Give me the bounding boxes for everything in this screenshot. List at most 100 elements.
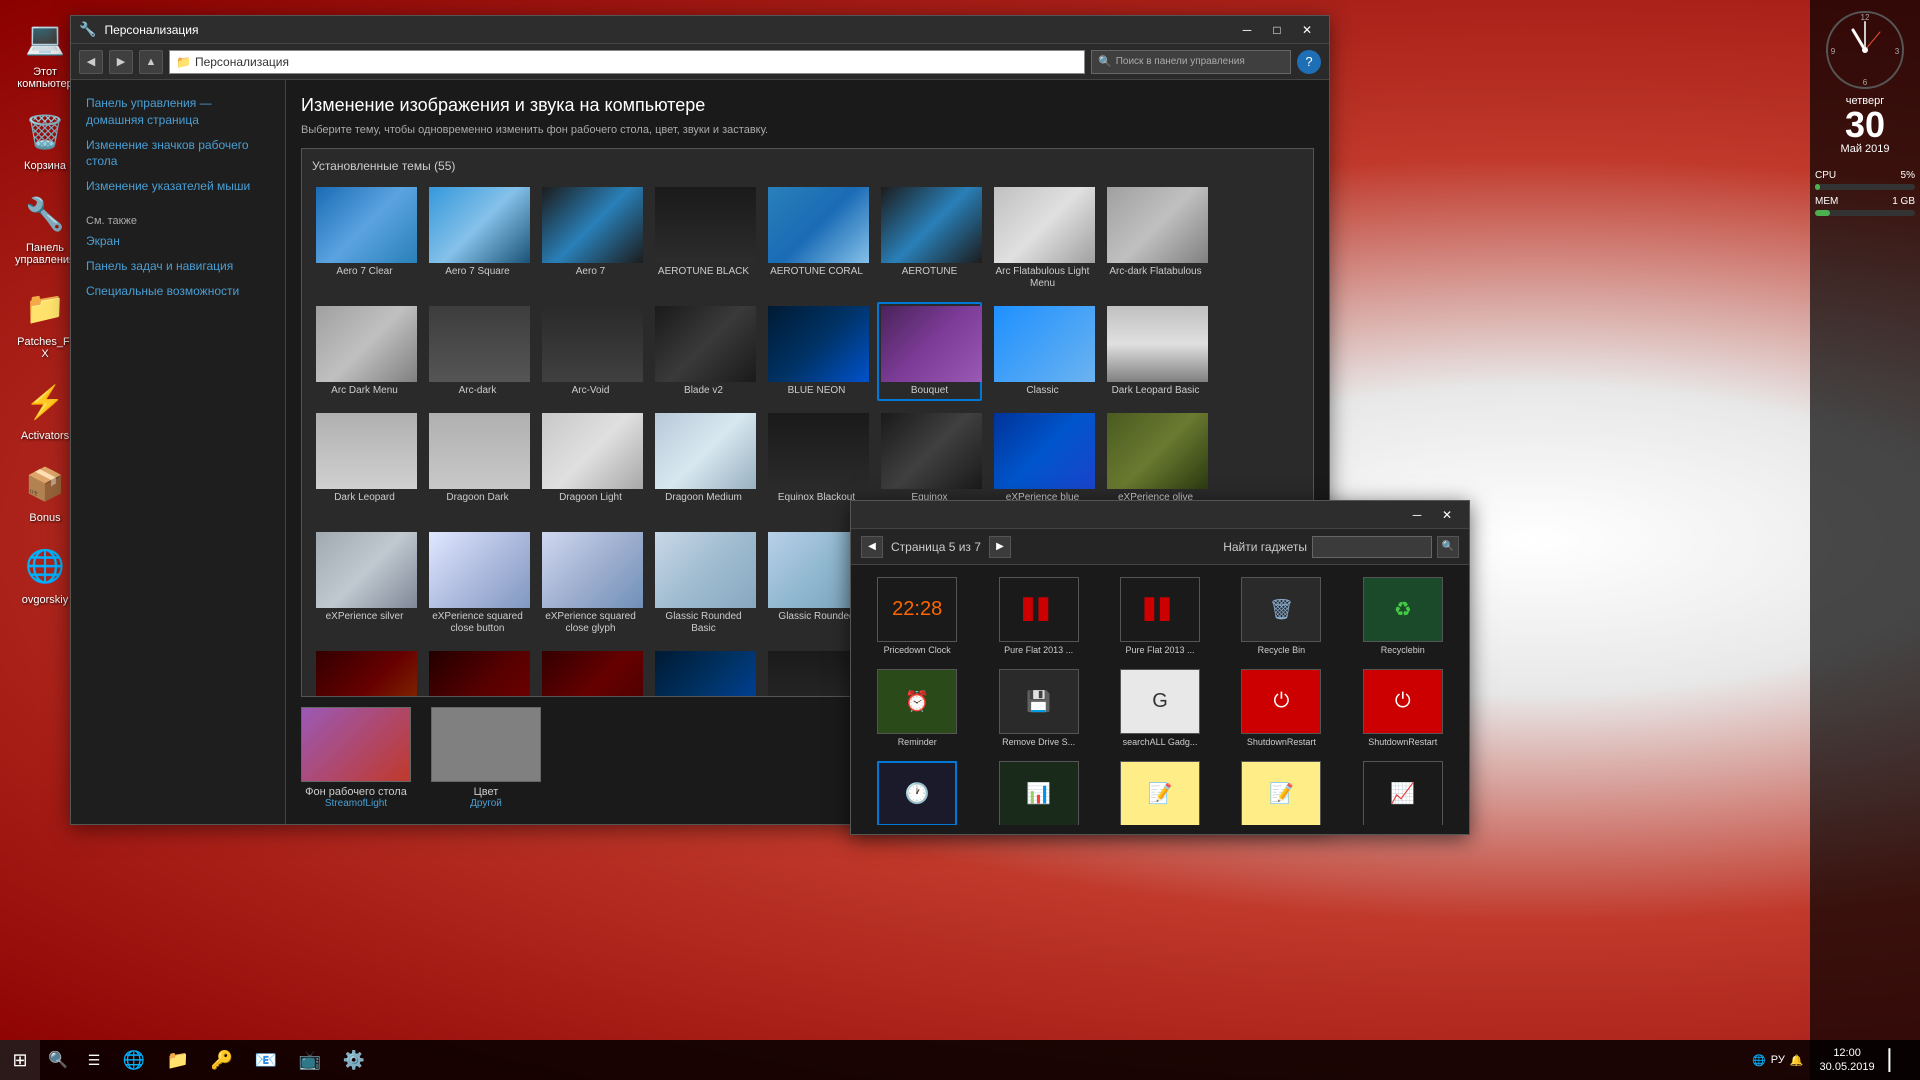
theme-item-26[interactable]: eXPerience squared close glyph	[538, 528, 643, 639]
gadget-item-7[interactable]: G searchALL Gadg...	[1102, 665, 1218, 752]
gadgets-minimize-button[interactable]: ─	[1403, 504, 1431, 526]
content-title: Изменение изображения и звука на компьют…	[301, 95, 1314, 116]
theme-item-5[interactable]: AEROTUNE	[877, 183, 982, 294]
wallpaper-sublabel[interactable]: StreamofLight	[325, 798, 387, 809]
color-preview	[431, 707, 541, 782]
theme-item-35[interactable]: HUD	[651, 647, 756, 697]
gadget-item-9[interactable]: ⏻ ShutdownRestart	[1345, 665, 1461, 752]
theme-item-13[interactable]: Bouquet	[877, 302, 982, 401]
theme-item-2[interactable]: Aero 7	[538, 183, 643, 294]
gadget-item-1[interactable]: ▋▋ Pure Flat 2013 ...	[980, 573, 1096, 660]
gadget-name-1: Pure Flat 2013 ...	[1004, 645, 1073, 656]
gadgets-titlebar: ─ ✕	[851, 501, 1469, 529]
theme-preview-11	[655, 306, 756, 382]
gadget-preview-3: 🗑	[1241, 577, 1321, 642]
wallpaper-section[interactable]: Фон рабочего стола StreamofLight	[301, 707, 411, 809]
theme-item-7[interactable]: Arc-dark Flatabulous	[1103, 183, 1208, 294]
minimize-button[interactable]: ─	[1233, 19, 1261, 41]
search-bar[interactable]: 🔍 Поиск в панели управления	[1091, 50, 1291, 74]
theme-item-14[interactable]: Classic	[990, 302, 1095, 401]
taskbar-notifications: 🌐 РУ 🔔	[1744, 1054, 1812, 1067]
gadget-item-3[interactable]: 🗑 Recycle Bin	[1223, 573, 1339, 660]
svg-text:6: 6	[1863, 78, 1868, 87]
gadget-item-14[interactable]: 📈 System Monitor Il	[1345, 757, 1461, 825]
taskbar-ie-icon[interactable]: 🌐	[112, 1040, 156, 1080]
theme-item-16[interactable]: Dark Leopard	[312, 409, 417, 520]
accessibility-link[interactable]: Специальные возможности	[86, 283, 270, 300]
gadget-preview-9: ⏻	[1363, 669, 1443, 734]
theme-item-17[interactable]: Dragoon Dark	[425, 409, 530, 520]
theme-item-8[interactable]: Arc Dark Menu	[312, 302, 417, 401]
search-button[interactable]: 🔍	[40, 1040, 76, 1080]
start-button[interactable]: ⊞	[0, 1040, 40, 1080]
taskbar-clock[interactable]: 12:00 30.05.2019	[1812, 1046, 1883, 1075]
gadget-preview-4: ♻	[1363, 577, 1443, 642]
maximize-button[interactable]: □	[1263, 19, 1291, 41]
taskbar-mail-icon[interactable]: 📧	[244, 1040, 288, 1080]
gadget-item-10[interactable]: 🕐 StarCraft II Clock	[859, 757, 975, 825]
gadget-item-6[interactable]: 💾 Remove Drive S...	[980, 665, 1096, 752]
gadgets-nav: ◀ Страница 5 из 7 ▶	[861, 536, 1011, 558]
gadgets-prev-button[interactable]: ◀	[861, 536, 883, 558]
desktop-icon-label-ovgorskiy: ovgorskiy	[22, 594, 68, 606]
gadget-item-11[interactable]: 📊 Stats	[980, 757, 1096, 825]
gadget-item-4[interactable]: ♻ Recyclebin	[1345, 573, 1461, 660]
taskbar-explorer-icon[interactable]: 📁	[156, 1040, 200, 1080]
clock-widget: 12 3 6 9 четверг 30 Май 2019	[1815, 10, 1915, 155]
taskbar-date: 30.05.2019	[1820, 1060, 1875, 1074]
gadget-item-8[interactable]: ⏻ ShutdownRestart	[1223, 665, 1339, 752]
back-button[interactable]: ◀	[79, 50, 103, 74]
gadget-item-12[interactable]: 📝 Sticky Notes	[1102, 757, 1218, 825]
theme-name-12: BLUE NEON	[768, 385, 865, 397]
gadget-item-5[interactable]: ⏰ Reminder	[859, 665, 975, 752]
icons-link[interactable]: Изменение значков рабочего стола	[86, 137, 270, 171]
taskbar-link[interactable]: Панель задач и навигация	[86, 258, 270, 275]
taskbar-settings-icon[interactable]: ⚙️	[332, 1040, 376, 1080]
theme-name-13: Bouquet	[881, 385, 978, 397]
forward-button[interactable]: ▶	[109, 50, 133, 74]
theme-name-26: eXPerience squared close glyph	[542, 611, 639, 635]
up-button[interactable]: ▲	[139, 50, 163, 74]
help-button[interactable]: ?	[1297, 50, 1321, 74]
theme-item-1[interactable]: Aero 7 Square	[425, 183, 530, 294]
taskbar-store-icon[interactable]: 🔑	[200, 1040, 244, 1080]
color-section[interactable]: Цвет Другой	[431, 707, 541, 809]
desktop-icon-label-patches-fix: Patches_FIX	[14, 336, 76, 360]
gadgets-search-input[interactable]	[1312, 536, 1432, 558]
theme-item-0[interactable]: Aero 7 Clear	[312, 183, 417, 294]
theme-item-11[interactable]: Blade v2	[651, 302, 756, 401]
theme-item-19[interactable]: Dragoon Medium	[651, 409, 756, 520]
gadgets-close-button[interactable]: ✕	[1433, 504, 1461, 526]
theme-item-6[interactable]: Arc Flatabulous Light Menu	[990, 183, 1095, 294]
gadget-item-13[interactable]: 📝 Sticky Notes On...	[1223, 757, 1339, 825]
gadgets-next-button[interactable]: ▶	[989, 536, 1011, 558]
screen-link[interactable]: Экран	[86, 233, 270, 250]
theme-item-9[interactable]: Arc-dark	[425, 302, 530, 401]
theme-item-10[interactable]: Arc-Void	[538, 302, 643, 401]
close-button[interactable]: ✕	[1293, 19, 1321, 41]
mouse-link[interactable]: Изменение указателей мыши	[86, 178, 270, 195]
gadget-item-2[interactable]: ▋▋ Pure Flat 2013 ...	[1102, 573, 1218, 660]
theme-item-15[interactable]: Dark Leopard Basic	[1103, 302, 1208, 401]
mem-label: MEM	[1815, 196, 1838, 207]
task-view-button[interactable]: ☰	[76, 1040, 112, 1080]
network-icon: 🌐	[1752, 1054, 1766, 1067]
theme-item-25[interactable]: eXPerience squared close button	[425, 528, 530, 639]
gadget-item-0[interactable]: 22:28 Pricedown Clock	[859, 573, 975, 660]
theme-item-4[interactable]: AEROTUNE CORAL	[764, 183, 869, 294]
gadget-name-0: Pricedown Clock	[884, 645, 951, 656]
address-bar[interactable]: 📁 Персонализация	[169, 50, 1085, 74]
theme-item-12[interactable]: BLUE NEON	[764, 302, 869, 401]
theme-item-33[interactable]: HUD Machine Launch	[425, 647, 530, 697]
theme-item-34[interactable]: HUD Red	[538, 647, 643, 697]
gadgets-search-button[interactable]: 🔍	[1437, 536, 1459, 558]
theme-item-18[interactable]: Dragoon Light	[538, 409, 643, 520]
theme-item-24[interactable]: eXPerience silver	[312, 528, 417, 639]
home-link[interactable]: Панель управления — домашняя страница	[86, 95, 270, 129]
theme-item-32[interactable]: HUD Machine Burnt Orange	[312, 647, 417, 697]
theme-item-27[interactable]: Glassic Rounded Basic	[651, 528, 756, 639]
show-desktop-button[interactable]: ▏	[1883, 1048, 1910, 1073]
theme-item-3[interactable]: AEROTUNE BLACK	[651, 183, 756, 294]
color-sublabel[interactable]: Другой	[470, 798, 502, 809]
taskbar-media-icon[interactable]: 📺	[288, 1040, 332, 1080]
